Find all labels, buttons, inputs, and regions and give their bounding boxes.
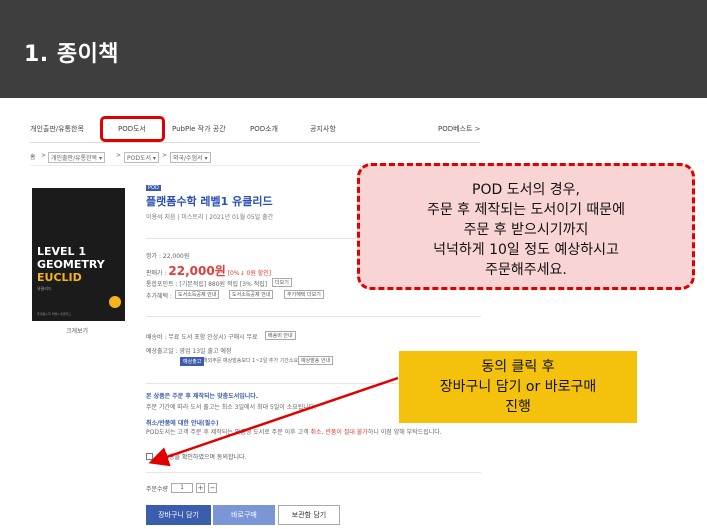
wishlist-button[interactable]: 보관함 담기: [278, 505, 340, 525]
extra-chip-2[interactable]: 도서소득공제 안내: [229, 290, 274, 299]
breadcrumb-pod[interactable]: POD도서 ▾: [124, 152, 159, 163]
nav-divider: [30, 142, 480, 143]
add-to-cart-button[interactable]: 장바구니 담기: [146, 505, 211, 525]
breadcrumb-sep: >: [41, 152, 47, 159]
extra-chip-1[interactable]: 도서소득공제 안내: [175, 290, 220, 299]
agree-instruction-callout: 동의 클릭 후 장바구니 담기 or 바로구매 진행: [399, 351, 637, 423]
extra-label: 추가혜택 :: [146, 293, 173, 300]
agree-label: 위 내용을 확인하였으며 동의합니다.: [156, 454, 247, 461]
quantity-input[interactable]: 1: [171, 483, 194, 493]
pod-tag: POD: [146, 185, 161, 191]
sale-label: 판매가 :: [146, 270, 167, 277]
sale-price-row: 판매가 : 22,000원 [0%↓ 0원 할인]: [146, 262, 271, 279]
header-band: 1. 종이책: [0, 0, 707, 98]
nav-item-author-space[interactable]: PubPle 작가 공간: [172, 124, 226, 134]
points: 통합포인트 : [기본적립] 880원 적립 [3% 적립]: [146, 281, 268, 288]
divider: [146, 316, 481, 317]
list-price: 정가 : 22,000원: [146, 253, 190, 260]
callout-line: 넉넉하게 10일 정도 예상하시고: [433, 242, 619, 258]
book-title: 플랫폼수학 레벨1 유클리드: [146, 195, 273, 208]
nav-item-pod-intro[interactable]: POD소개: [250, 124, 278, 134]
highlight-box-pod: [100, 116, 165, 142]
cancel-heading: 취소/반품에 대한 안내(필수): [146, 420, 219, 427]
page-title: 1. 종이책: [24, 42, 120, 67]
buy-now-button[interactable]: 바로구매: [213, 505, 275, 525]
callout-line: 진행: [505, 399, 531, 415]
delivery-info-button[interactable]: 예상발송 안내: [298, 356, 334, 365]
callout-line: 장바구니 담기 or 바로구매: [439, 379, 597, 395]
callout-line: 주문 후 제작되는 도서이기 때문에: [426, 202, 626, 218]
cover-line: GEOMETRY: [37, 258, 105, 271]
quantity-plus-button[interactable]: +: [196, 483, 206, 493]
shipping-info: 배송비 : 무료 도서 포함 인상시) 구매시 무료: [146, 334, 258, 341]
points-more-button[interactable]: 더보기: [272, 278, 292, 287]
pod-notice-callout: POD 도서의 경우, 주문 후 제작되는 도서이기 때문에 주문 후 받으시기…: [357, 163, 695, 290]
delivery-info: 예상출고일 : 영업 13일 출고 예정: [146, 348, 232, 355]
notice-text: 주문 기간에 따라 도서 출고는 최소 3일에서 최대 5일이 소요됩니다.: [146, 404, 317, 411]
nav-item-notice[interactable]: 공지사항: [310, 124, 336, 134]
zoom-cover-link[interactable]: 크게보기: [66, 326, 88, 335]
shipping-info-button[interactable]: 배송비 안내: [265, 331, 296, 340]
agree-checkbox[interactable]: [146, 453, 153, 460]
callout-line: 주문 후 받으시기까지: [463, 222, 589, 238]
quantity-row: 주문수량 1 + −: [146, 483, 218, 493]
cancel-text: POD도서는 고객 주문 후 제작되는 맞춤형 도서로 주문 이후 고객 취소,…: [146, 429, 442, 436]
breadcrumb-publish[interactable]: 개인출판/유통한목 ▾: [48, 152, 106, 163]
book-cover[interactable]: LEVEL 1 GEOMETRY EUCLID 유클리드 플랫폼수학 레벨1 유…: [32, 188, 125, 321]
extra-chip-3[interactable]: 추가혜택 더보기: [284, 290, 324, 299]
cover-line: LEVEL 1: [37, 245, 87, 258]
delivery-note: 해외주문 예상발송보다 1~2일 추가 기간소요: [203, 358, 299, 364]
cover-footer: 플랫폼수학 레벨1 유클리드: [37, 312, 72, 316]
breadcrumb-sep: >: [116, 152, 122, 159]
publisher-badge-icon: [109, 296, 121, 308]
quantity-label: 주문수량: [146, 485, 169, 493]
divider: [146, 472, 481, 473]
cover-subtitle: 유클리드: [37, 286, 52, 291]
notice-heading: 본 상품은 주문 후 제작되는 맞춤도서입니다.: [146, 393, 259, 400]
sale-price: 22,000원: [168, 264, 226, 278]
delivery-badge: 예상출고: [180, 357, 205, 366]
discount: [0%↓ 0원 할인]: [227, 270, 272, 277]
nav-item-pod-best[interactable]: POD베스트 >: [438, 124, 481, 134]
callout-line: POD 도서의 경우,: [472, 182, 580, 198]
nav-item-publish[interactable]: 개인출판/유통한목: [30, 124, 84, 134]
callout-line: 동의 클릭 후: [481, 359, 555, 375]
cover-line: EUCLID: [37, 271, 82, 284]
breadcrumb-category[interactable]: 외국/수험서 ▾: [170, 152, 211, 163]
breadcrumb-home[interactable]: 홈: [30, 152, 36, 161]
book-meta: 이용석 지음 | 미스트리 | 2021년 01월 05일 출간: [146, 214, 274, 221]
callout-line: 주문해주세요.: [485, 262, 567, 278]
quantity-minus-button[interactable]: −: [208, 483, 218, 493]
agree-checkbox-row[interactable]: 위 내용을 확인하였으며 동의합니다.: [146, 452, 246, 461]
breadcrumb-sep: >: [162, 152, 168, 159]
